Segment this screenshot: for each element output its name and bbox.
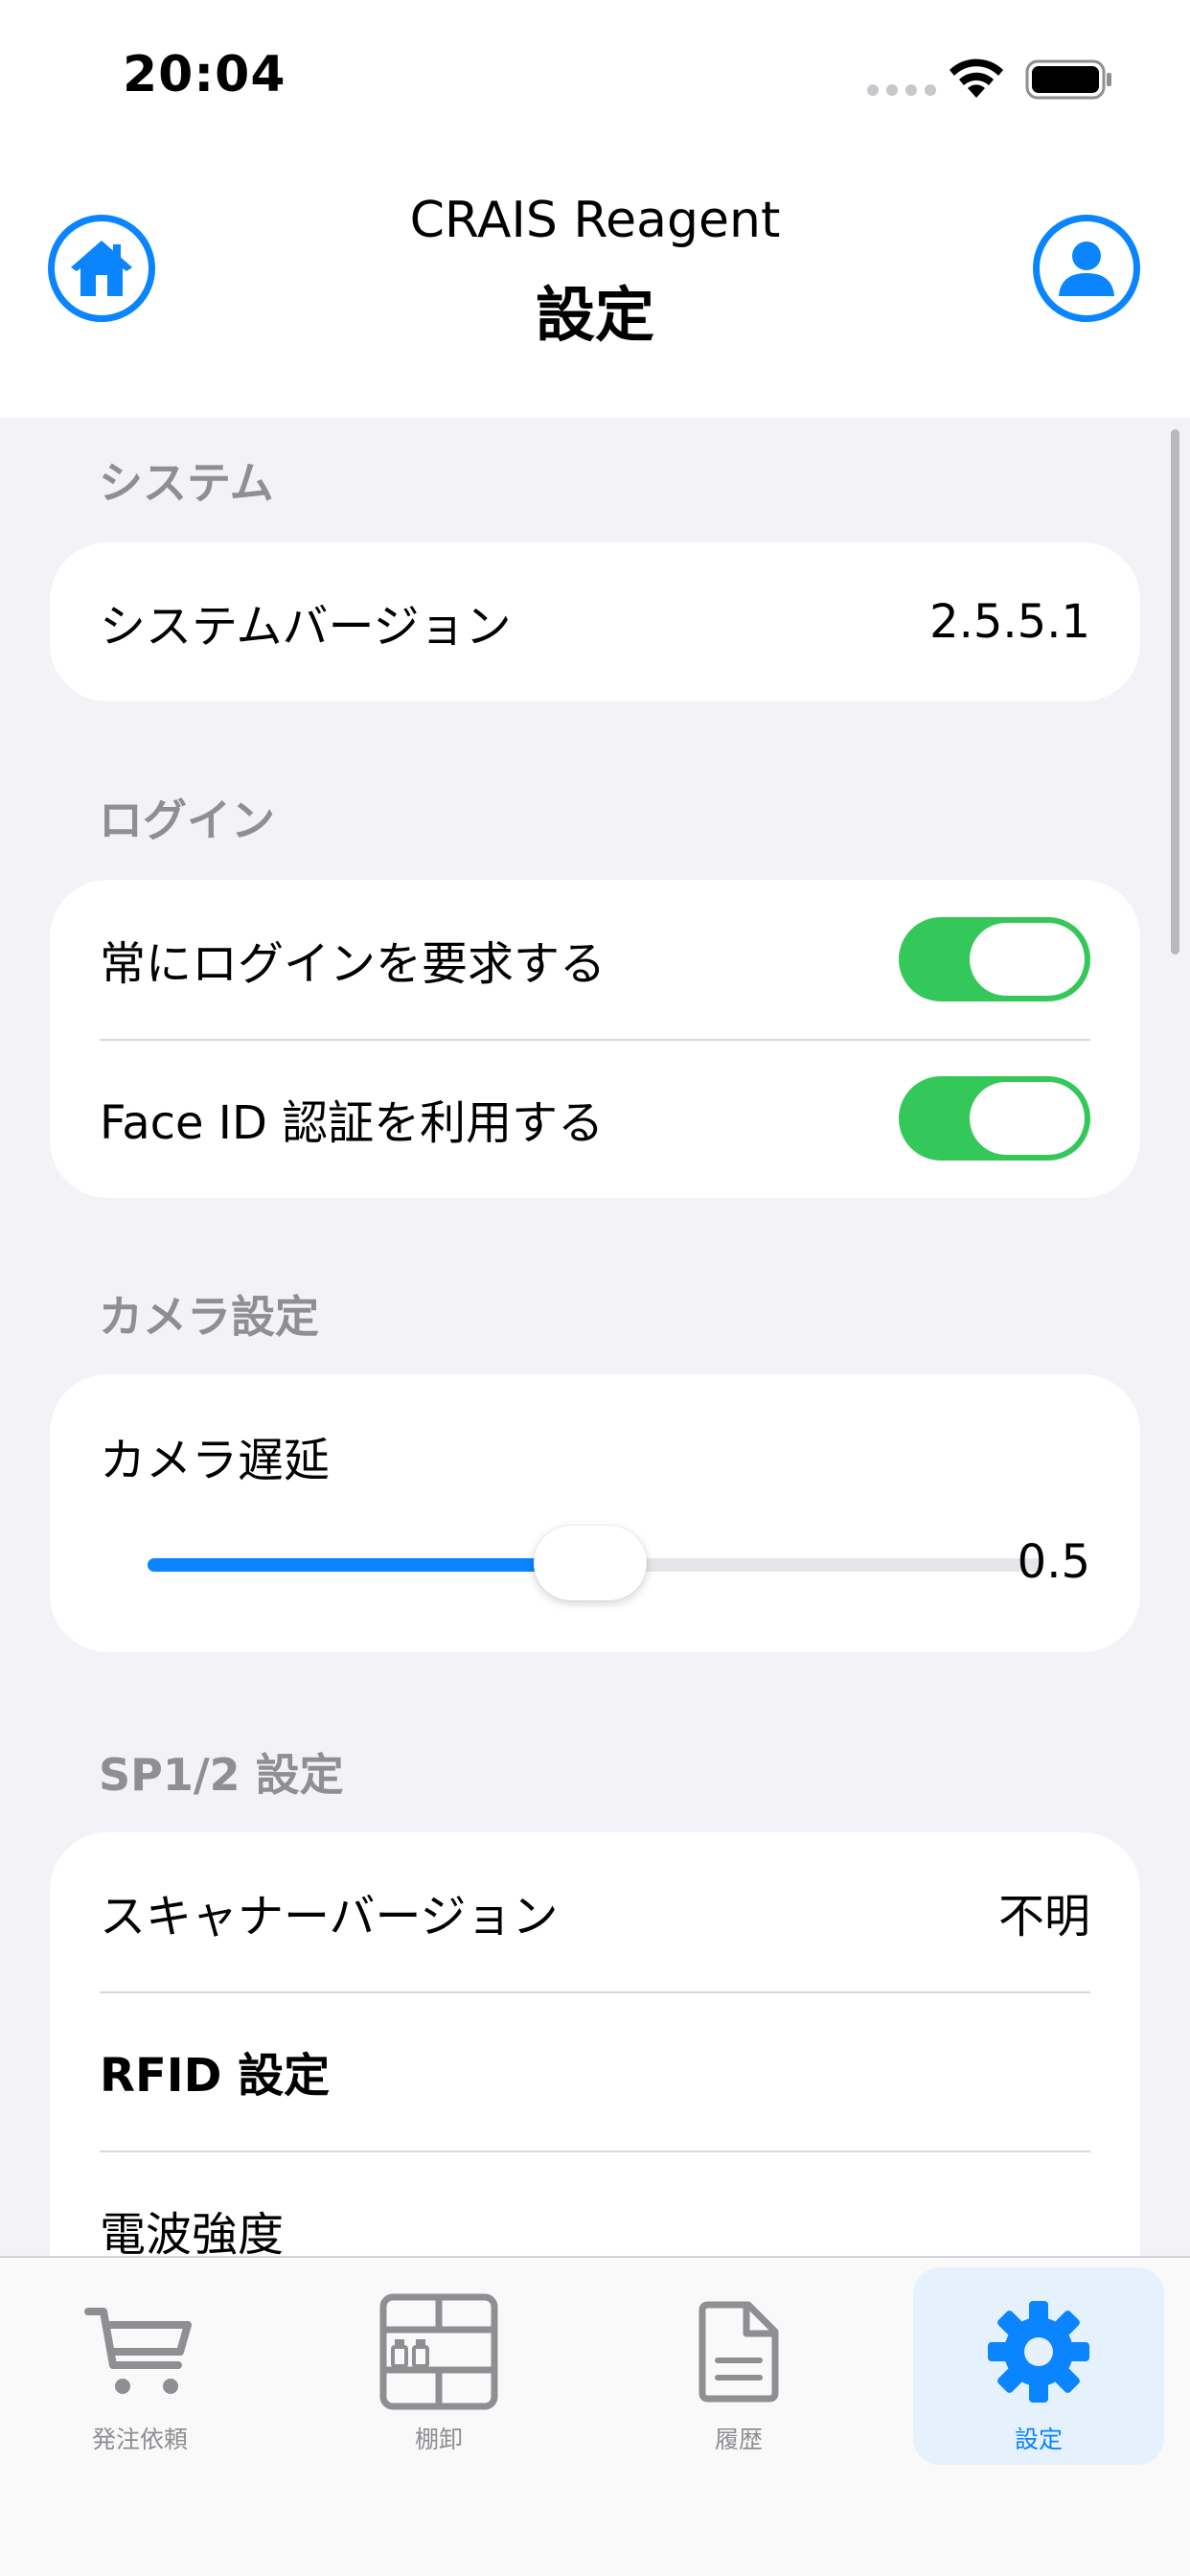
scroll-indicator[interactable] bbox=[1171, 429, 1179, 954]
tab-label: 棚卸 bbox=[414, 2426, 463, 2453]
radio-strength-label: 電波強度 bbox=[100, 2208, 285, 2256]
gear-icon bbox=[988, 2301, 1089, 2403]
camera-delay-label: カメラ遅延 bbox=[100, 1434, 331, 1487]
person-icon bbox=[1059, 242, 1114, 296]
system-version-label: システムバージョン bbox=[100, 600, 512, 654]
shelf-icon bbox=[379, 2293, 498, 2410]
page-title: 設定 bbox=[535, 280, 654, 350]
cellular-signal-icon bbox=[867, 84, 936, 96]
camera-delay-slider[interactable] bbox=[100, 1524, 1043, 1600]
section-header-system: システム bbox=[99, 457, 274, 509]
card-login: 常にログインを要求する Face ID 認証を利用する bbox=[50, 880, 1140, 1198]
system-version-value: 2.5.5.1 bbox=[929, 595, 1090, 649]
row-faceid: Face ID 認証を利用する bbox=[50, 1039, 1140, 1198]
camera-delay-value: 0.5 bbox=[1017, 1535, 1090, 1589]
document-icon bbox=[698, 2301, 779, 2403]
tab-order-request[interactable]: 発注依頼 bbox=[14, 2267, 265, 2465]
rfid-settings-label: RFID 設定 bbox=[100, 2049, 331, 2103]
card-sp: スキャナーバージョン 不明 RFID 設定 電波強度 bbox=[50, 1832, 1140, 2256]
row-rfid-settings[interactable]: RFID 設定 bbox=[50, 1991, 1140, 2150]
row-radio-strength[interactable]: 電波強度 bbox=[50, 2150, 1140, 2256]
battery-icon bbox=[1025, 59, 1111, 100]
tab-label: 履歴 bbox=[714, 2426, 763, 2453]
cart-icon bbox=[84, 2308, 192, 2394]
row-system-version: システムバージョン 2.5.5.1 bbox=[50, 542, 1140, 702]
card-camera: カメラ遅延 0.5 bbox=[50, 1374, 1140, 1652]
tab-label: 発注依頼 bbox=[91, 2426, 188, 2453]
scanner-version-value: 不明 bbox=[997, 1890, 1090, 1944]
tab-inventory[interactable]: 棚卸 bbox=[313, 2267, 564, 2465]
scanner-version-label: スキャナーバージョン bbox=[100, 1890, 559, 1944]
card-system: システムバージョン 2.5.5.1 bbox=[50, 542, 1140, 702]
tab-history[interactable]: 履歴 bbox=[613, 2267, 864, 2465]
tab-settings[interactable]: 設定 bbox=[913, 2267, 1164, 2465]
navigation-header: 20:04 CRAIS Reagent 設定 bbox=[0, 0, 1190, 418]
section-header-login: ログイン bbox=[99, 794, 275, 846]
always-login-label: 常にログインを要求する bbox=[100, 937, 606, 991]
row-scanner-version: スキャナーバージョン 不明 bbox=[50, 1832, 1140, 1991]
slider-fill bbox=[148, 1558, 541, 1572]
tab-label: 設定 bbox=[1014, 2426, 1063, 2453]
settings-list[interactable]: システム システムバージョン 2.5.5.1 ログイン 常にログインを要求する … bbox=[0, 418, 1190, 2256]
faceid-toggle[interactable] bbox=[899, 1076, 1090, 1161]
row-always-login: 常にログインを要求する bbox=[50, 880, 1140, 1039]
status-time: 20:04 bbox=[123, 46, 286, 104]
faceid-label: Face ID 認証を利用する bbox=[100, 1096, 605, 1150]
profile-button[interactable] bbox=[1033, 215, 1140, 322]
always-login-toggle[interactable] bbox=[899, 917, 1090, 1001]
tab-bar: 発注依頼 棚卸 履歴 設定 bbox=[0, 2256, 1190, 2576]
slider-thumb[interactable] bbox=[534, 1526, 647, 1600]
section-header-camera: カメラ設定 bbox=[99, 1291, 319, 1343]
section-header-sp: SP1/2 設定 bbox=[99, 1749, 344, 1801]
app-title: CRAIS Reagent bbox=[409, 192, 781, 249]
wifi-icon bbox=[950, 58, 1003, 98]
